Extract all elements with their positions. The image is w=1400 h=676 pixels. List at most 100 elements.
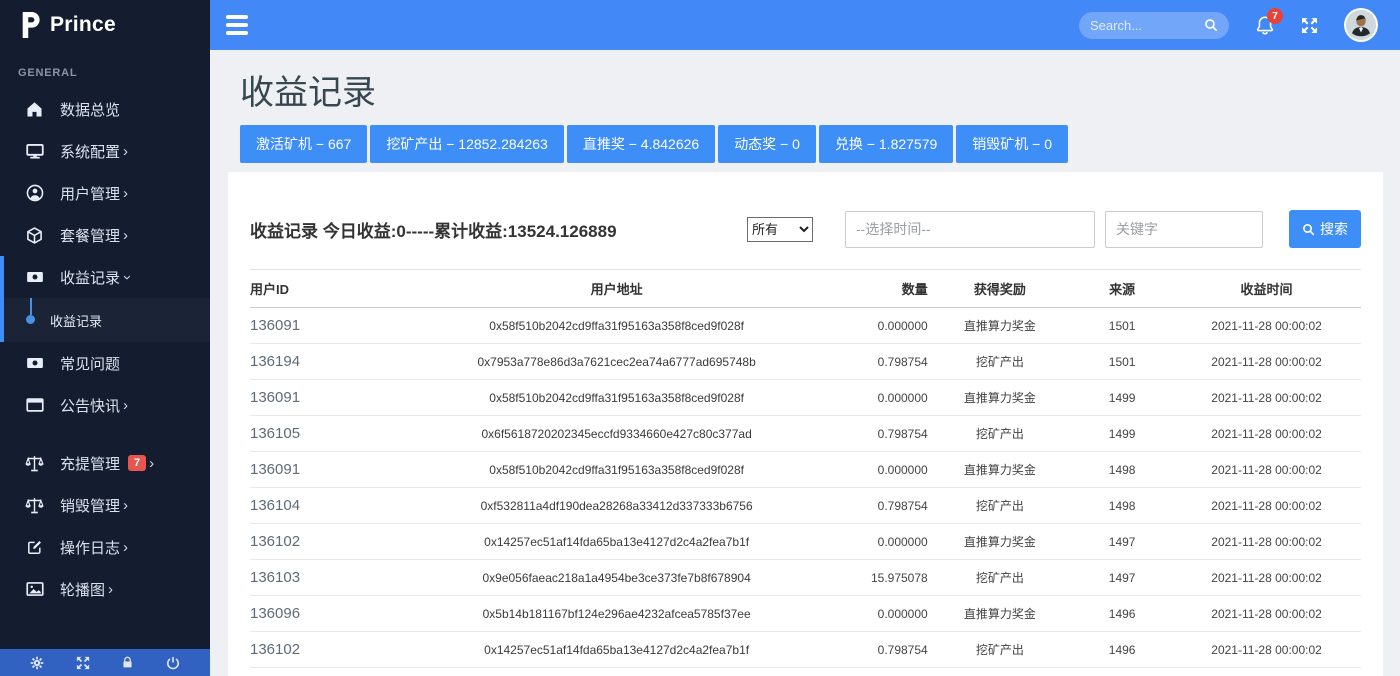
stats-bar: 激活矿机 − 667挖矿产出 − 12852.284263直推奖 − 4.842… [240,125,1400,163]
cell-user_id: 136102 [250,632,417,668]
keyword-input[interactable] [1105,211,1263,248]
cell-reward: 直推算力奖金 [928,452,1072,488]
cell-amount: 15.975078 [817,560,928,596]
sidebar-item-deposit-withdraw[interactable]: 充提管理7› [0,442,210,484]
cell-reward: 挖矿产出 [928,632,1072,668]
type-filter-select[interactable]: 所有 [747,217,813,242]
money-icon [24,267,45,288]
cell-address: 0x5b14b181167bf124e296ae4232afcea5785f37… [417,596,817,632]
sidebar-item-announcements[interactable]: 公告快讯› [0,384,210,426]
income-summary: 收益记录 今日收益:0-----累计收益:13524.126889 [250,217,617,242]
table-row: 1361040xf532811a4df190dea28268a33412d337… [250,488,1361,524]
sidebar-item-system-config[interactable]: 系统配置› [0,130,210,172]
sidebar-item-label: 套餐管理 [60,225,120,246]
brand-logo[interactable]: Prince [0,0,210,50]
sidebar-item-operation-logs[interactable]: 操作日志› [0,526,210,568]
cell-amount: 0.798754 [817,344,928,380]
sidebar-item-faq[interactable]: 常见问题 [0,342,210,384]
table-header-row: 用户ID用户地址数量获得奖励来源收益时间 [250,270,1361,308]
sidebar-item-label: 轮播图 [60,579,105,600]
expand-icon[interactable] [76,656,90,670]
cell-amount: 0.000000 [817,668,928,676]
cell-user_id: 136194 [250,344,417,380]
cell-time: 2021-11-28 00:00:02 [1172,344,1361,380]
sidebar-item-label: 数据总览 [60,99,120,120]
sidebar-item-carousel[interactable]: 轮播图› [0,568,210,610]
column-header-source: 来源 [1072,270,1172,308]
cell-time: 2021-11-28 00:00:02 [1172,668,1361,676]
column-header-user_id: 用户ID [250,270,417,308]
sidebar-item-label: 收益记录 [50,311,102,330]
sidebar-item-label: 公告快讯 [60,395,120,416]
cell-source: 1499 [1072,380,1172,416]
sidebar-item-label: 系统配置 [60,141,120,162]
edit-icon [24,537,45,558]
home-icon [24,99,45,120]
cell-user_id: 136091 [250,380,417,416]
window-icon [24,395,45,416]
sidebar-item-label: 收益记录 [60,267,120,288]
cell-source: 1501 [1072,308,1172,344]
user-icon [24,183,45,204]
topbar-search [1079,12,1229,39]
cell-reward: 直推算力奖金 [928,524,1072,560]
lock-icon[interactable] [121,656,134,669]
sidebar-item-income-records-sub[interactable]: 收益记录 [0,298,210,342]
stat-button-active-miners[interactable]: 激活矿机 − 667 [240,125,367,163]
package-icon [24,225,45,246]
stat-button-mining-output[interactable]: 挖矿产出 − 12852.284263 [370,125,564,163]
stat-button-exchange[interactable]: 兑换 − 1.827579 [819,125,953,163]
cell-amount: 0.798754 [817,416,928,452]
cell-time: 2021-11-28 00:00:02 [1172,524,1361,560]
sidebar: Prince GENERAL 数据总览系统配置›用户管理›套餐管理›收益记录›收… [0,0,210,676]
power-icon[interactable] [166,656,180,670]
chevron-right-icon: › [123,498,128,513]
search-button[interactable]: 搜索 [1289,210,1361,248]
image-icon [24,579,45,600]
notifications-button[interactable]: 7 [1255,15,1275,35]
cell-reward: 挖矿产出 [928,344,1072,380]
cell-address: 0x9e056faeac218a1a4954be3ce373fe7b8f6789… [417,560,817,596]
cell-user_id: 136105 [250,416,417,452]
cell-reward: 直推算力奖金 [928,596,1072,632]
search-input[interactable] [1090,18,1198,33]
sidebar-item-income-records[interactable]: 收益记录› [0,256,210,298]
sidebar-menu: 数据总览系统配置›用户管理›套餐管理›收益记录›收益记录常见问题公告快讯›充提管… [0,88,210,610]
cell-source: 1499 [1072,416,1172,452]
cell-source: 1496 [1072,632,1172,668]
cell-amount: 0.000000 [817,452,928,488]
cell-user_id: 136091 [250,308,417,344]
table-row: 1361050x6f5618720202345eccfd9334660e427c… [250,416,1361,452]
chevron-right-icon: › [108,582,113,597]
filter-row: 收益记录 今日收益:0-----累计收益:13524.126889 所有 搜索 [228,172,1383,248]
stat-button-burned-miners[interactable]: 销毁矿机 − 0 [956,125,1068,163]
cell-time: 2021-11-28 00:00:02 [1172,452,1361,488]
menu-toggle-button[interactable] [226,15,248,35]
date-range-input[interactable] [845,211,1095,248]
search-icon[interactable] [1204,18,1218,32]
table-row: 1360910x58f510b2042cd9ffa31f95163a358f8c… [250,308,1361,344]
chevron-right-icon: › [149,456,154,471]
search-button-icon [1302,223,1315,236]
table-row: 1361030x9e056faeac218a1a4954be3ce373fe7b… [250,560,1361,596]
stat-button-dynamic-bonus[interactable]: 动态奖 − 0 [718,125,816,163]
sidebar-item-data-overview[interactable]: 数据总览 [0,88,210,130]
cell-user_id: 136104 [250,488,417,524]
cell-amount: 0.798754 [817,632,928,668]
cell-address: 0x58f510b2042cd9ffa31f95163a358f8ced9f02… [417,308,817,344]
sidebar-section-label: GENERAL [0,50,210,88]
sidebar-item-burn-management[interactable]: 销毁管理› [0,484,210,526]
fullscreen-icon[interactable] [1301,17,1318,34]
sidebar-item-user-management[interactable]: 用户管理› [0,172,210,214]
records-card: 收益记录 今日收益:0-----累计收益:13524.126889 所有 搜索 … [228,172,1383,676]
stat-button-referral-bonus[interactable]: 直推奖 − 4.842626 [567,125,715,163]
cell-time: 2021-11-28 00:00:02 [1172,308,1361,344]
cell-address: 0x14257ec51af14fda65ba13e4127d2c4a2fea7b… [417,524,817,560]
sidebar-footer [0,649,210,676]
sidebar-item-package-management[interactable]: 套餐管理› [0,214,210,256]
submenu-connector-line [30,298,32,315]
gear-icon[interactable] [30,656,44,670]
page-title: 收益记录 [240,65,1400,114]
user-avatar[interactable] [1344,8,1378,42]
sidebar-item-label: 用户管理 [60,183,120,204]
